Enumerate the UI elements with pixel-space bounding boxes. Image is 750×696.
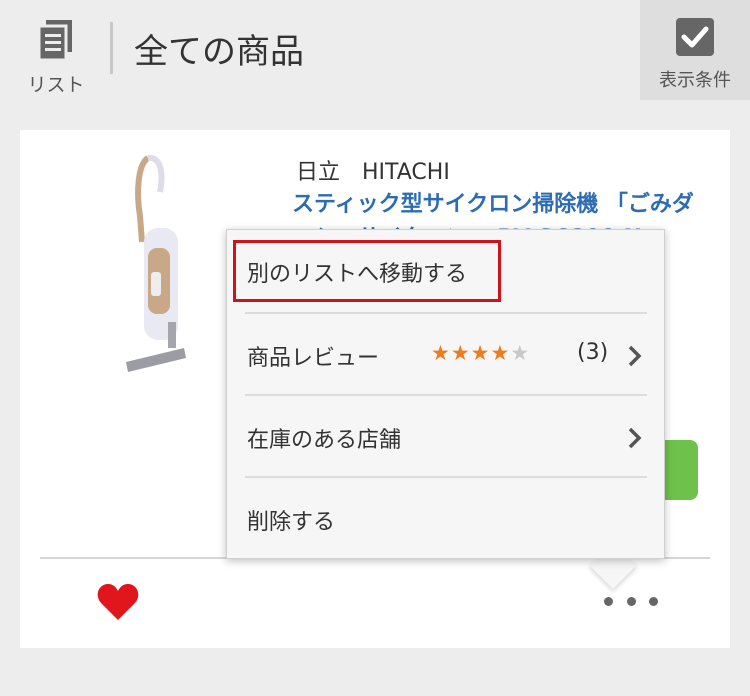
display-condition-label: 表示条件 <box>659 70 731 91</box>
review-count: (3) <box>577 340 609 365</box>
list-button[interactable]: リスト <box>18 10 94 96</box>
chevron-right-icon <box>628 427 642 449</box>
more-dot <box>626 596 636 606</box>
menu-item-product-review[interactable]: 商品レビュー ★★★★★ (3) <box>227 314 664 396</box>
more-dot <box>649 596 658 606</box>
star-filled-icon: ★ <box>490 341 511 365</box>
more-options-button[interactable] <box>604 590 658 612</box>
menu-item-delete[interactable]: 削除する <box>227 478 664 560</box>
header-divider <box>110 22 113 74</box>
more-dot <box>604 596 613 606</box>
menu-item-label: 削除する <box>247 510 336 535</box>
favorite-heart-icon[interactable] <box>96 582 140 622</box>
product-brand: 日立 HITACHI <box>296 160 450 185</box>
checkbox-icon <box>676 18 714 56</box>
star-filled-icon: ★ <box>470 341 491 365</box>
rating-stars: ★★★★★ <box>431 341 530 365</box>
options-popup-menu: 別のリストへ移動する 商品レビュー ★★★★★ (3) 在庫のある店舗 削除する <box>226 229 665 559</box>
menu-item-label: 別のリストへ移動する <box>247 262 468 287</box>
cart-button[interactable] <box>660 440 698 500</box>
chevron-right-icon <box>628 345 642 367</box>
star-filled-icon: ★ <box>450 341 471 365</box>
star-filled-icon: ★ <box>431 341 451 365</box>
product-image[interactable] <box>120 152 190 374</box>
menu-item-label: 商品レビュー <box>247 346 380 371</box>
menu-item-move-to-list[interactable]: 別のリストへ移動する <box>227 230 664 312</box>
list-button-label: リスト <box>27 74 85 96</box>
list-icon <box>37 20 72 62</box>
display-condition-button[interactable]: 表示条件 <box>640 0 750 100</box>
star-empty-icon: ★ <box>510 341 531 365</box>
app-header: リスト 全ての商品 表示条件 <box>0 0 750 100</box>
menu-item-stores-in-stock[interactable]: 在庫のある店舗 <box>227 396 664 478</box>
menu-item-label: 在庫のある店舗 <box>247 428 402 453</box>
page-title: 全ての商品 <box>134 32 304 72</box>
